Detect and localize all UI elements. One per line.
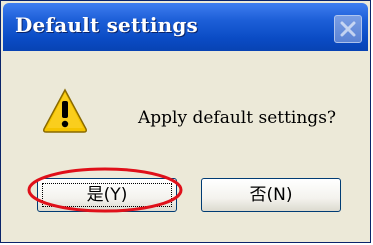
yes-button[interactable]: 是(Y) (37, 178, 177, 212)
dialog-title: Default settings (15, 13, 199, 37)
dialog-message: Apply default settings? (138, 108, 337, 128)
no-button-label: 否(N) (249, 185, 293, 205)
close-icon (340, 21, 356, 37)
close-button[interactable] (334, 15, 362, 43)
title-bar[interactable]: Default settings (3, 3, 368, 51)
yes-button-label: 是(Y) (86, 185, 128, 205)
no-button[interactable]: 否(N) (201, 178, 341, 212)
dialog-body: Apply default settings? 是(Y) 否(N) (3, 51, 368, 240)
dialog-window: Default settings Apply default settings?… (0, 0, 371, 243)
warning-icon (43, 88, 87, 133)
